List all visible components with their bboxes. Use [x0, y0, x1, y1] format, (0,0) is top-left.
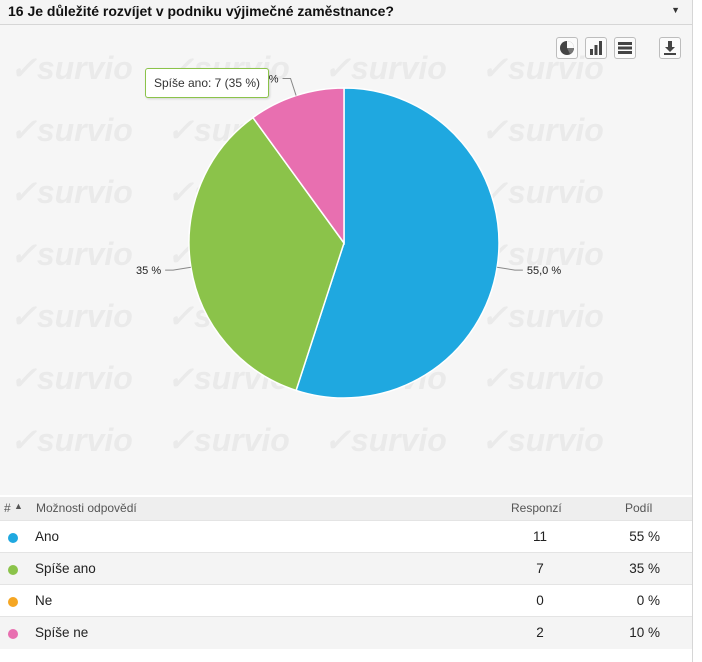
- row-count: 0: [536, 593, 544, 608]
- pie-data-label: 35 %: [136, 265, 161, 277]
- row-percent: 35 %: [629, 561, 660, 576]
- row-count: 2: [536, 625, 544, 640]
- sort-arrow-icon[interactable]: ▲: [14, 501, 23, 511]
- header-responses: Responzí: [511, 501, 562, 515]
- row-label: Spíše ne: [35, 625, 89, 640]
- chart-area: ✓survio ✓survio ✓survio ✓survio ✓survio ✓surv…: [0, 25, 692, 495]
- bar-chart-icon[interactable]: [585, 37, 607, 59]
- question-title: 16 Je důležité rozvíjet v podniku výjime…: [8, 3, 394, 19]
- legend-dot: [8, 533, 18, 543]
- table-icon[interactable]: [614, 37, 636, 59]
- row-label: Spíše ano: [35, 561, 96, 576]
- label-leader-line: [165, 266, 191, 271]
- row-label: Ne: [35, 593, 53, 608]
- chart-tooltip: Spíše ano: 7 (35 %): [145, 68, 269, 98]
- header-share: Podíl: [625, 501, 653, 515]
- row-count: 11: [532, 529, 547, 544]
- row-percent: 0 %: [636, 593, 660, 608]
- table-row: Ne 0 0 %: [0, 584, 692, 617]
- panel-edge: [692, 0, 693, 662]
- header-index[interactable]: #: [4, 501, 11, 515]
- collapse-caret-icon[interactable]: ▼: [671, 5, 680, 15]
- question-header[interactable]: 16 Je důležité rozvíjet v podniku výjime…: [0, 0, 692, 25]
- header-option: Možnosti odpovědí: [36, 501, 137, 515]
- legend-dot: [8, 565, 18, 575]
- label-leader-line: [282, 77, 297, 96]
- row-percent: 55 %: [629, 529, 660, 544]
- row-count: 7: [536, 561, 544, 576]
- legend-dot: [8, 629, 18, 639]
- table-row: Spíše ano 7 35 %: [0, 552, 692, 585]
- label-leader-line: [497, 266, 523, 271]
- table-header: # ▲ Možnosti odpovědí Responzí Podíl: [0, 497, 692, 520]
- row-percent: 10 %: [629, 625, 660, 640]
- pie-data-label: 55,0 %: [527, 265, 561, 277]
- table-row: Ano 11 55 %: [0, 520, 692, 553]
- pie-chart: 55,0 % 35 %%: [136, 73, 561, 399]
- pie-chart-icon[interactable]: [556, 37, 578, 59]
- pie-data-label: %: [269, 73, 279, 85]
- legend-dot: [8, 597, 18, 607]
- table-row: Spíše ne 2 10 %: [0, 616, 692, 649]
- row-label: Ano: [35, 529, 60, 544]
- download-icon[interactable]: [659, 37, 681, 59]
